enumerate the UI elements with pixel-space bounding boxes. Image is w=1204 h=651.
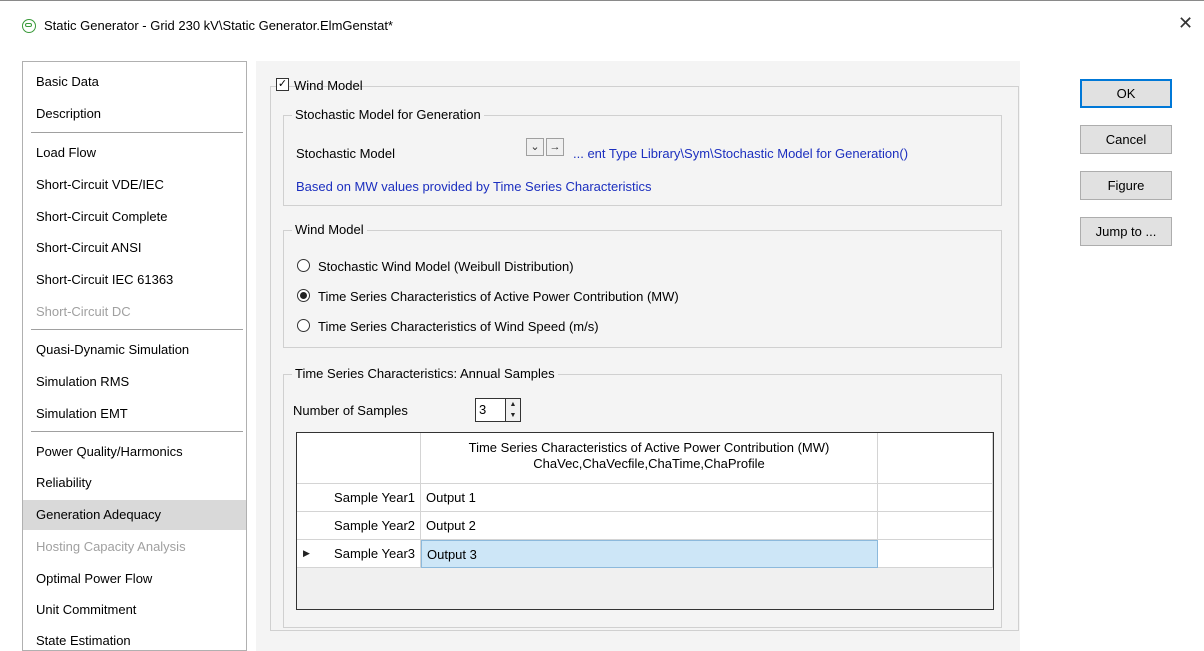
wind-model-checkbox-label[interactable]: Wind Model: [294, 78, 363, 93]
nav-item-short-circuit-dc: Short-Circuit DC: [36, 304, 131, 319]
table-corner-cell: [297, 433, 421, 484]
radio-stochastic-wind-model-label[interactable]: Stochastic Wind Model (Weibull Distribut…: [318, 259, 574, 274]
table-cell[interactable]: Output 1: [421, 484, 878, 512]
stochastic-model-path[interactable]: ... ent Type Library\Sym\Stochastic Mode…: [573, 146, 908, 161]
nav-item-simulation-emt[interactable]: Simulation EMT: [23, 399, 246, 429]
wind-model-checkbox[interactable]: ✓: [276, 78, 289, 91]
current-row-arrow-icon: ▶: [303, 548, 310, 558]
number-of-samples-spinner[interactable]: ▲ ▼: [505, 398, 521, 422]
stochastic-model-info-text: Based on MW values provided by Time Seri…: [296, 179, 652, 194]
radio-time-series-wind-speed-label[interactable]: Time Series Characteristics of Wind Spee…: [318, 319, 599, 334]
nav-item-quasi-dynamic-simulation[interactable]: Quasi-Dynamic Simulation: [23, 335, 246, 365]
table-column-header[interactable]: Time Series Characteristics of Active Po…: [421, 433, 878, 484]
cancel-button[interactable]: Cancel: [1080, 125, 1172, 154]
table-empty-cell: [878, 484, 993, 512]
table-cell-selected[interactable]: Output 3: [421, 540, 878, 568]
annual-samples-group-title: Time Series Characteristics: Annual Samp…: [292, 366, 558, 381]
nav-item-short-circuit-iec-61363[interactable]: Short-Circuit IEC 61363: [23, 265, 246, 295]
ok-button[interactable]: OK: [1080, 79, 1172, 108]
radio-stochastic-wind-model[interactable]: [297, 259, 310, 272]
nav-item-load-flow[interactable]: Load Flow: [23, 138, 246, 168]
nav-item-short-circuit-ansi[interactable]: Short-Circuit ANSI: [23, 233, 246, 263]
table-empty-cell: [878, 512, 993, 540]
wind-model-group-title: Wind Model: [292, 222, 367, 237]
nav-item-optimal-power-flow[interactable]: Optimal Power Flow: [23, 564, 246, 594]
spin-up-icon[interactable]: ▲: [506, 399, 520, 410]
nav-separator: [31, 431, 243, 432]
table-column-header-line1: Time Series Characteristics of Active Po…: [468, 440, 830, 455]
arrow-right-icon[interactable]: →: [546, 138, 564, 156]
chevron-down-icon[interactable]: ⌄: [526, 138, 544, 156]
table-row-header[interactable]: Sample Year2: [297, 512, 421, 540]
table-row-header[interactable]: Sample Year3: [297, 540, 421, 568]
jump-to-button[interactable]: Jump to ...: [1080, 217, 1172, 246]
window-title: Static Generator - Grid 230 kV\Static Ge…: [44, 18, 393, 33]
page-navigation-list: Basic Data Description Load Flow Short-C…: [22, 61, 247, 651]
nav-item-basic-data[interactable]: Basic Data: [23, 67, 246, 97]
nav-item-description[interactable]: Description: [23, 99, 246, 129]
radio-time-series-wind-speed[interactable]: [297, 319, 310, 332]
nav-item-hosting-capacity-analysis: Hosting Capacity Analysis: [36, 539, 186, 554]
nav-item-unit-commitment[interactable]: Unit Commitment: [23, 595, 246, 625]
table-empty-header: [878, 433, 993, 484]
stochastic-model-label: Stochastic Model: [296, 146, 395, 161]
nav-separator: [31, 329, 243, 330]
nav-item-power-quality-harmonics[interactable]: Power Quality/Harmonics: [23, 437, 246, 467]
nav-item-simulation-rms[interactable]: Simulation RMS: [23, 367, 246, 397]
figure-button[interactable]: Figure: [1080, 171, 1172, 200]
annual-samples-table: Time Series Characteristics of Active Po…: [296, 432, 994, 610]
radio-time-series-active-power-label[interactable]: Time Series Characteristics of Active Po…: [318, 289, 679, 304]
nav-item-short-circuit-complete[interactable]: Short-Circuit Complete: [23, 202, 246, 232]
nav-item-short-circuit-vde-iec[interactable]: Short-Circuit VDE/IEC: [23, 170, 246, 200]
nav-item-reliability[interactable]: Reliability: [23, 468, 246, 498]
stochastic-model-group-title: Stochastic Model for Generation: [292, 107, 484, 122]
table-cell[interactable]: Output 2: [421, 512, 878, 540]
nav-item-generation-adequacy[interactable]: Generation Adequacy: [23, 500, 246, 530]
title-bar: Static Generator - Grid 230 kV\Static Ge…: [0, 0, 1204, 42]
close-button[interactable]: ✕: [1178, 13, 1193, 34]
nav-separator: [31, 132, 243, 133]
number-of-samples-label: Number of Samples: [293, 403, 408, 418]
table-empty-cell: [878, 540, 993, 568]
table-column-header-line2: ChaVec,ChaVecfile,ChaTime,ChaProfile: [533, 456, 765, 471]
table-row-header[interactable]: Sample Year1: [297, 484, 421, 512]
generator-app-icon: [22, 19, 36, 33]
nav-item-state-estimation[interactable]: State Estimation: [23, 626, 246, 650]
spin-down-icon[interactable]: ▼: [506, 410, 520, 421]
radio-time-series-active-power[interactable]: [297, 289, 310, 302]
